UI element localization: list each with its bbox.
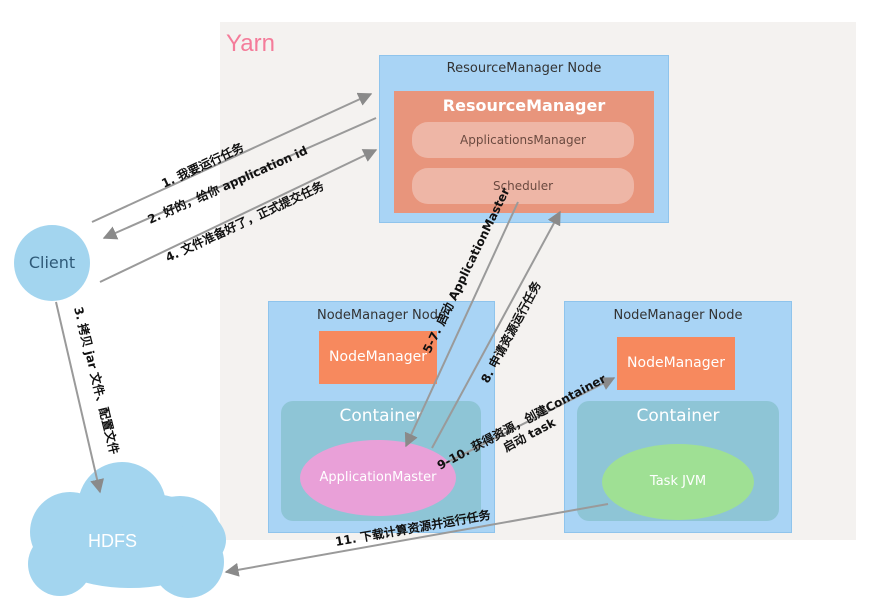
step-5-7-label: 5-7. 启动 ApplicationMaster [419,185,512,355]
arrow-step-4 [99,149,378,283]
hdfs-cloud [28,462,226,598]
arrow-step-5-7 [404,201,519,448]
arrow-step-11 [224,503,609,577]
hdfs-label: HDFS [88,531,137,551]
flow-overlay: HDFS 1. 我要运行任务 2. 好的，给你 application id 4… [28,92,616,598]
step-4-label: 4. 文件准备好了，正式提交任务 [163,178,327,265]
step-9-10-label: 9-10. 获得资源，创建Container [434,371,608,473]
step-3-label: 3. 拷贝 jar 文件、配置文件 [71,305,122,456]
step-8-label: 8. 申请资源运行任务 [477,278,544,386]
